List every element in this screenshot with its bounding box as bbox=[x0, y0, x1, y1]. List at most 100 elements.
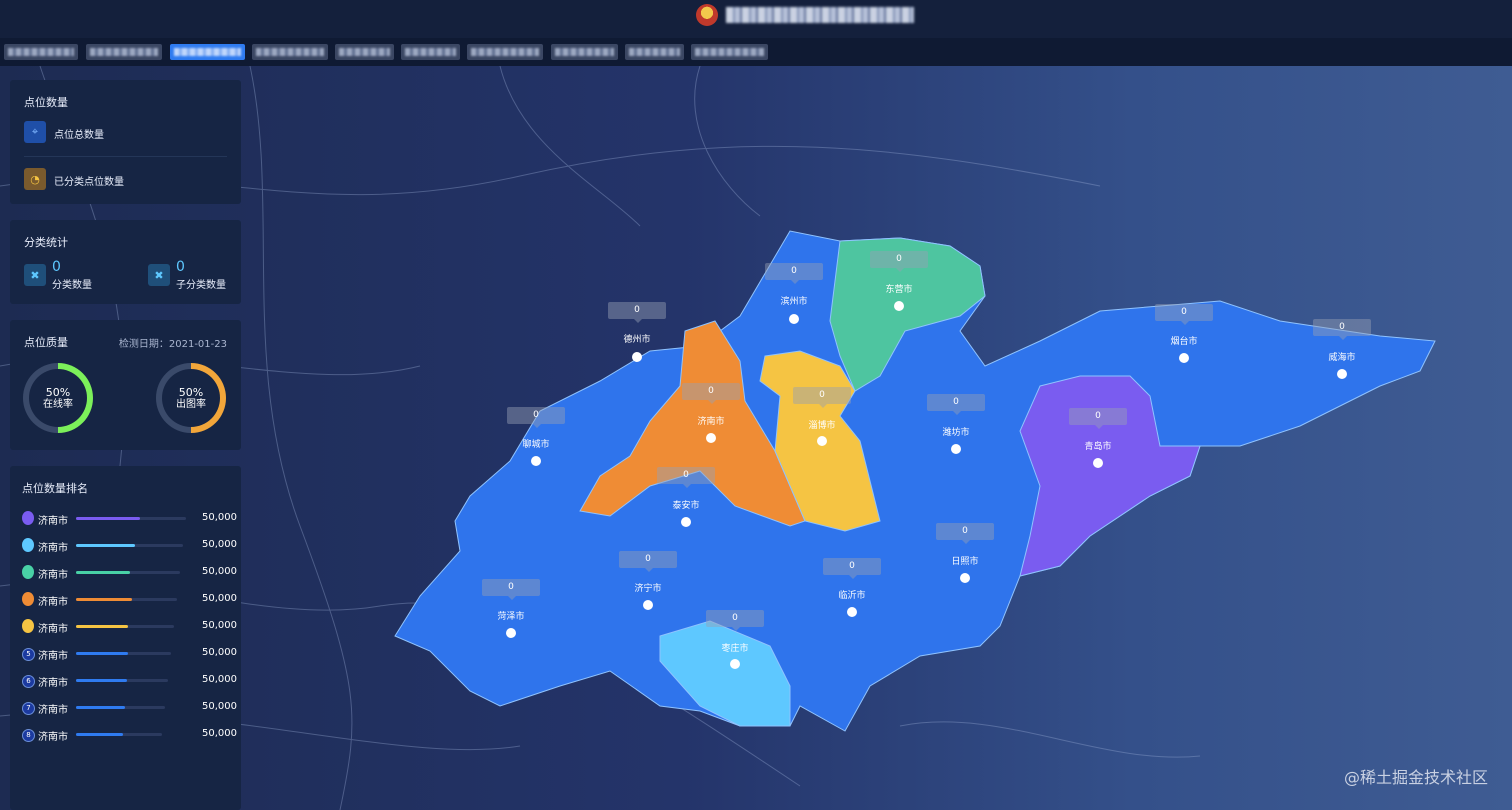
ranking-city-name: 济南市 bbox=[38, 705, 68, 716]
quality-panel: 点位质量 检测日期：2021-01-23 50% 在线率 50% 出图率 bbox=[10, 320, 241, 450]
ranking-city-name: 济南市 bbox=[38, 651, 68, 662]
ranking-bar-fill bbox=[76, 652, 129, 655]
ranking-row: 济南市 50,000 bbox=[22, 511, 237, 527]
city-dot-rizhao[interactable] bbox=[960, 573, 970, 583]
ranking-bar-track bbox=[76, 706, 165, 709]
ranking-bar-fill bbox=[76, 571, 131, 574]
panel-title: 点位质量 bbox=[24, 336, 68, 349]
city-label-qingdao: 青岛市 bbox=[1084, 442, 1112, 452]
watermark: @稀土掘金技术社区 bbox=[1343, 768, 1488, 787]
ranking-city-name: 济南市 bbox=[38, 678, 68, 689]
value-bubble-heze: 0 bbox=[482, 579, 540, 600]
classified-points-label: 已分类点位数量 bbox=[54, 177, 124, 188]
value-bubble-binzhou: 0 bbox=[765, 263, 823, 284]
nav-tab-2[interactable] bbox=[86, 44, 162, 60]
medal-icon bbox=[22, 538, 34, 552]
value-bubble-zaozhuang: 0 bbox=[706, 610, 764, 631]
city-label-liaocheng: 聊城市 bbox=[522, 440, 550, 450]
city-label-yantai: 烟台市 bbox=[1170, 337, 1198, 347]
city-label-binzhou: 滨州市 bbox=[780, 297, 808, 307]
city-label-jining: 济宁市 bbox=[634, 584, 662, 594]
category-count-label: 分类数量 bbox=[52, 280, 92, 291]
ranking-bar-fill bbox=[76, 625, 128, 628]
ranking-row: 济南市 50,000 bbox=[22, 565, 237, 581]
ranking-row: 7 济南市 50,000 bbox=[22, 700, 237, 716]
city-dot-yantai[interactable] bbox=[1179, 353, 1189, 363]
ranking-bar-fill bbox=[76, 517, 140, 520]
city-dot-weihai[interactable] bbox=[1337, 369, 1347, 379]
city-label-dezhou: 德州市 bbox=[623, 335, 651, 345]
city-dot-zaozhuang[interactable] bbox=[730, 659, 740, 669]
rank-number-badge: 8 bbox=[22, 729, 35, 742]
city-dot-qingdao[interactable] bbox=[1093, 458, 1103, 468]
value-bubble-dongying: 0 bbox=[870, 251, 928, 272]
city-dot-binzhou[interactable] bbox=[789, 314, 799, 324]
ranking-city-name: 济南市 bbox=[38, 570, 68, 581]
ranking-row: 济南市 50,000 bbox=[22, 619, 237, 635]
city-dot-liaocheng[interactable] bbox=[531, 456, 541, 466]
rank-number-badge: 7 bbox=[22, 702, 35, 715]
ranking-panel: 点位数量排名 济南市 50,000 济南市 50,000 济南市 50,000 济南市 50,… bbox=[10, 466, 241, 810]
check-date: 检测日期：2021-01-23 bbox=[118, 339, 227, 350]
city-dot-taian[interactable] bbox=[681, 517, 691, 527]
nav-tab-6[interactable] bbox=[401, 44, 460, 60]
ranking-value: 50,000 bbox=[202, 539, 237, 550]
medal-icon bbox=[22, 619, 34, 633]
city-dot-heze[interactable] bbox=[506, 628, 516, 638]
total-points-label: 点位总数量 bbox=[54, 130, 104, 141]
city-dot-zibo[interactable] bbox=[817, 436, 827, 446]
ranking-row: 5 济南市 50,000 bbox=[22, 646, 237, 662]
city-label-zaozhuang: 枣庄市 bbox=[721, 644, 749, 654]
city-label-weihai: 威海市 bbox=[1328, 353, 1356, 363]
ranking-bar-track bbox=[76, 544, 183, 547]
nav-tab-10[interactable] bbox=[691, 44, 768, 60]
city-dot-linyi[interactable] bbox=[847, 607, 857, 617]
nav-tab-7[interactable] bbox=[467, 44, 543, 60]
value-bubble-jining: 0 bbox=[619, 551, 677, 572]
category-icon: ✖ bbox=[24, 264, 46, 286]
ranking-bar-fill bbox=[76, 598, 132, 601]
ranking-value: 50,000 bbox=[202, 674, 237, 685]
ranking-city-name: 济南市 bbox=[38, 597, 68, 608]
nav-tab-5[interactable] bbox=[335, 44, 394, 60]
city-dot-jinan[interactable] bbox=[706, 433, 716, 443]
nav-tab-9[interactable] bbox=[625, 44, 684, 60]
top-header bbox=[0, 0, 1512, 38]
rank-number-badge: 6 bbox=[22, 675, 35, 688]
subcategory-count-label: 子分类数量 bbox=[176, 280, 226, 291]
nav-tab-3-active[interactable] bbox=[170, 44, 245, 60]
city-dot-dezhou[interactable] bbox=[632, 352, 642, 362]
divider bbox=[24, 156, 227, 157]
city-label-zibo: 淄博市 bbox=[808, 421, 836, 431]
value-bubble-yantai: 0 bbox=[1155, 304, 1213, 325]
ranking-bar-track bbox=[76, 733, 162, 736]
value-bubble-zibo: 0 bbox=[793, 387, 851, 408]
pie-chart-icon: ◔ bbox=[24, 168, 46, 190]
ranking-value: 50,000 bbox=[202, 620, 237, 631]
ranking-city-name: 济南市 bbox=[38, 732, 68, 743]
ranking-bar-fill bbox=[76, 679, 127, 682]
panel-title: 分类统计 bbox=[24, 236, 68, 249]
medal-icon bbox=[22, 592, 34, 606]
value-bubble-dezhou: 0 bbox=[608, 302, 666, 323]
city-dot-dongying[interactable] bbox=[894, 301, 904, 311]
ranking-value: 50,000 bbox=[202, 701, 237, 712]
city-label-heze: 菏泽市 bbox=[497, 612, 525, 622]
value-bubble-linyi: 0 bbox=[823, 558, 881, 579]
nav-tab-1[interactable] bbox=[4, 44, 78, 60]
value-bubble-weifang: 0 bbox=[927, 394, 985, 415]
city-label-jinan: 济南市 bbox=[697, 417, 725, 427]
image-rate-label: 出图率 bbox=[176, 398, 206, 410]
ranking-row: 济南市 50,000 bbox=[22, 592, 237, 608]
city-dot-weifang[interactable] bbox=[951, 444, 961, 454]
image-rate-ring: 50% 出图率 bbox=[156, 363, 226, 433]
ranking-bar-track bbox=[76, 598, 177, 601]
value-bubble-rizhao: 0 bbox=[936, 523, 994, 544]
city-dot-jining[interactable] bbox=[643, 600, 653, 610]
nav-tab-4[interactable] bbox=[252, 44, 328, 60]
city-label-rizhao: 日照市 bbox=[951, 557, 979, 567]
nav-tab-8[interactable] bbox=[551, 44, 618, 60]
city-label-dongying: 东营市 bbox=[885, 285, 913, 295]
medal-icon bbox=[22, 565, 34, 579]
subcategory-icon: ✖ bbox=[148, 264, 170, 286]
